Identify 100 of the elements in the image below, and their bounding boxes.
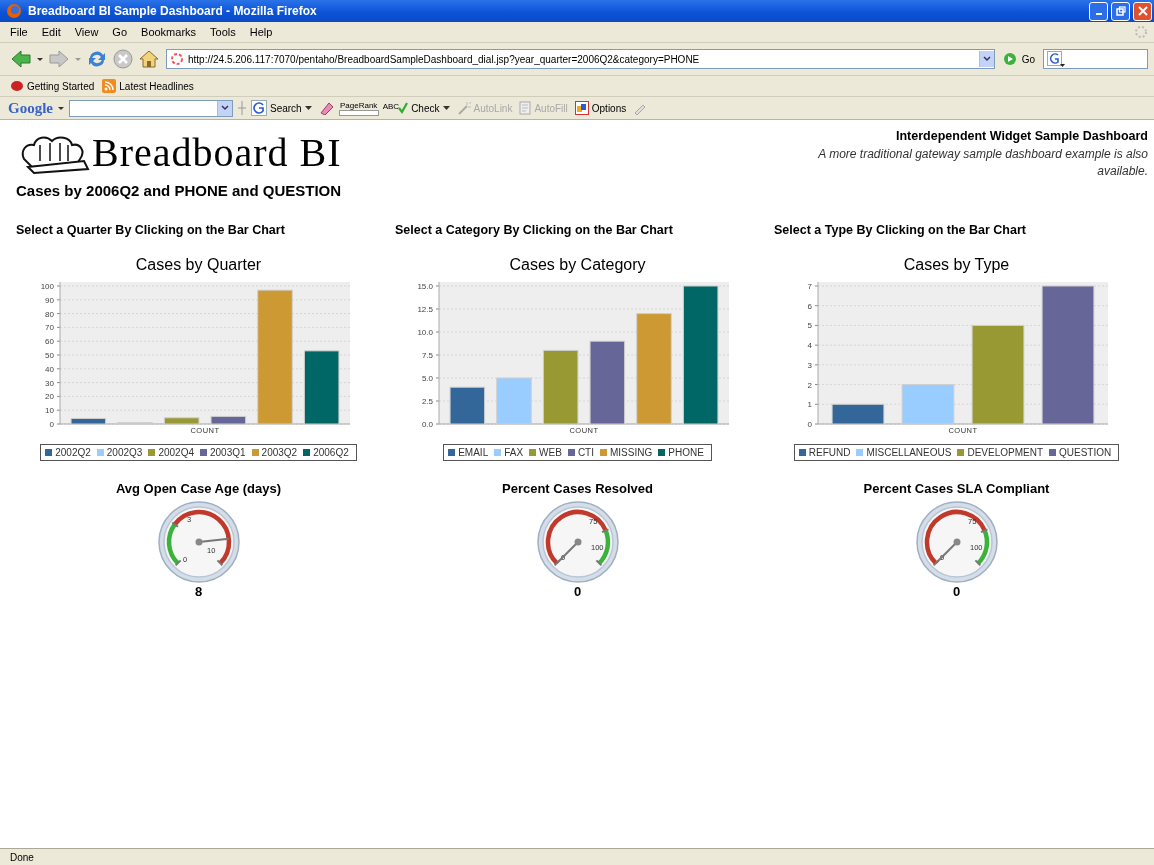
go-button[interactable]: Go <box>998 52 1039 66</box>
panel-prompt: Select a Quarter By Clicking on the Bar Chart <box>16 222 286 237</box>
form-icon <box>519 101 532 115</box>
legend-swatch-icon <box>567 448 575 456</box>
legend-label: WEB <box>539 446 562 458</box>
gauge-needle <box>555 538 581 564</box>
legend-label: 2003Q1 <box>210 446 246 458</box>
axis-tick-label: 12.5 <box>416 304 433 314</box>
stop-icon[interactable] <box>112 48 134 70</box>
legend-label: 2003Q2 <box>261 446 298 458</box>
legend-label: CTI <box>577 446 594 458</box>
bar[interactable] <box>542 349 578 425</box>
spellcheck-label: ABC <box>382 102 400 111</box>
highlighter-icon[interactable] <box>318 101 335 115</box>
google-search-field[interactable] <box>69 99 233 117</box>
bar[interactable] <box>163 416 199 425</box>
chart-title: Cases by Category <box>509 255 646 274</box>
toolbar-button[interactable]: ABC Check <box>382 102 450 114</box>
menu-item[interactable]: Tools <box>210 26 236 38</box>
axis-tick-label: 40 <box>44 364 54 374</box>
throbber-icon <box>1134 25 1148 39</box>
chevron-icon <box>221 105 229 111</box>
menu-item[interactable]: Go <box>112 26 128 38</box>
toolbar-button[interactable]: Options <box>574 101 627 115</box>
bar[interactable] <box>589 340 625 425</box>
address-field[interactable]: http://24.5.206.117:7070/pentaho/BreadboardSampleDashboard_dial.jsp?year_quarter=2006Q2&category=PHONE <box>166 49 995 69</box>
legend-swatch-icon <box>600 448 607 456</box>
bar[interactable] <box>831 403 884 425</box>
menu-item[interactable]: Help <box>249 26 273 38</box>
close-button[interactable] <box>1133 1 1152 21</box>
dashboard-title: Interdependent Widget Sample Dashboard <box>895 129 1148 143</box>
back-icon[interactable] <box>10 49 32 69</box>
axis-tick-label: 30 <box>44 378 54 388</box>
menu-item[interactable]: Edit <box>41 26 61 38</box>
bookmark-icon <box>10 80 24 92</box>
axis-tick-label: 10.0 <box>416 327 433 337</box>
legend-label: MISSING <box>610 446 653 458</box>
page-heading: Cases by 2006Q2 and PHONE and QUESTION <box>16 181 343 199</box>
axis-tick-label: 15.0 <box>416 281 433 291</box>
axis-tick-label: 7.5 <box>421 350 433 360</box>
bar[interactable] <box>449 386 485 425</box>
toolbar-button[interactable]: Search <box>251 100 312 116</box>
bookmark-link[interactable]: Getting Started <box>10 80 95 92</box>
axis-tick-label: 2 <box>807 380 812 390</box>
legend-label: MISCELLANEOUS <box>866 446 952 458</box>
axis-tick-label: 60 <box>44 336 54 346</box>
grip-icon <box>237 100 247 116</box>
legend-swatch-icon <box>856 448 864 456</box>
axis-tick-label: 100 <box>40 281 54 291</box>
legend-label: REFUND <box>808 446 851 458</box>
close-icon <box>1137 6 1148 16</box>
legend-swatch-icon <box>1049 448 1056 456</box>
chart-title: Cases by Quarter <box>135 255 262 274</box>
gauge-value: 0 <box>952 583 961 599</box>
search-field[interactable] <box>1043 49 1148 69</box>
restore-button[interactable] <box>1111 1 1130 21</box>
bookmark-link[interactable]: Latest Headlines <box>102 79 194 93</box>
google-g-icon <box>251 100 267 116</box>
caret-icon[interactable] <box>36 55 44 63</box>
axis-tick-label: 3 <box>807 360 812 370</box>
axis-tick-label: 50 <box>44 350 54 360</box>
checkmark-icon <box>398 102 409 114</box>
gauge-title: Percent Cases SLA Compliant <box>863 480 1050 496</box>
legend-swatch-icon <box>529 448 537 456</box>
bar[interactable] <box>303 349 339 425</box>
dropdown-button[interactable] <box>978 51 994 67</box>
caret-icon[interactable] <box>57 104 65 112</box>
menu-item[interactable]: View <box>74 26 99 38</box>
axis-tick-label: 10 <box>44 405 54 415</box>
bar[interactable] <box>971 324 1024 425</box>
bar[interactable] <box>210 415 246 425</box>
legend-label: EMAIL <box>458 446 489 458</box>
legend-swatch-icon <box>798 448 806 456</box>
bar[interactable] <box>682 285 718 425</box>
panel-prompt: Select a Category By Clicking on the Bar Chart <box>395 222 674 237</box>
search-engine-icon <box>1047 51 1065 67</box>
play-icon <box>1002 52 1017 66</box>
firefox-icon <box>6 3 22 19</box>
legend-swatch-icon <box>45 448 53 456</box>
axis-tick-label: 0.0 <box>421 419 433 429</box>
status-text: Done <box>10 851 34 863</box>
axis-tick-label: 1 <box>807 399 812 409</box>
reload-icon[interactable] <box>86 48 108 70</box>
google-logo[interactable]: Google <box>8 99 53 117</box>
legend-label: PHONE <box>668 446 704 458</box>
bar[interactable] <box>70 417 106 425</box>
legend-swatch-icon <box>494 448 502 456</box>
bar[interactable] <box>1041 285 1094 425</box>
minimize-button[interactable] <box>1089 1 1108 21</box>
axis-tick-label: 5 <box>807 321 812 330</box>
chevron-icon <box>982 56 991 62</box>
gauge-title: Percent Cases Resolved <box>502 480 653 496</box>
dropdown-button[interactable] <box>217 100 232 116</box>
axis-tick-label: 80 <box>44 309 54 319</box>
menu-item[interactable]: Bookmarks <box>141 26 197 38</box>
home-icon[interactable] <box>138 48 160 70</box>
menu-item[interactable]: File <box>10 26 28 38</box>
legend-swatch-icon <box>200 448 207 456</box>
legend-label: 2002Q2 <box>55 446 91 458</box>
page-icon <box>170 52 184 66</box>
